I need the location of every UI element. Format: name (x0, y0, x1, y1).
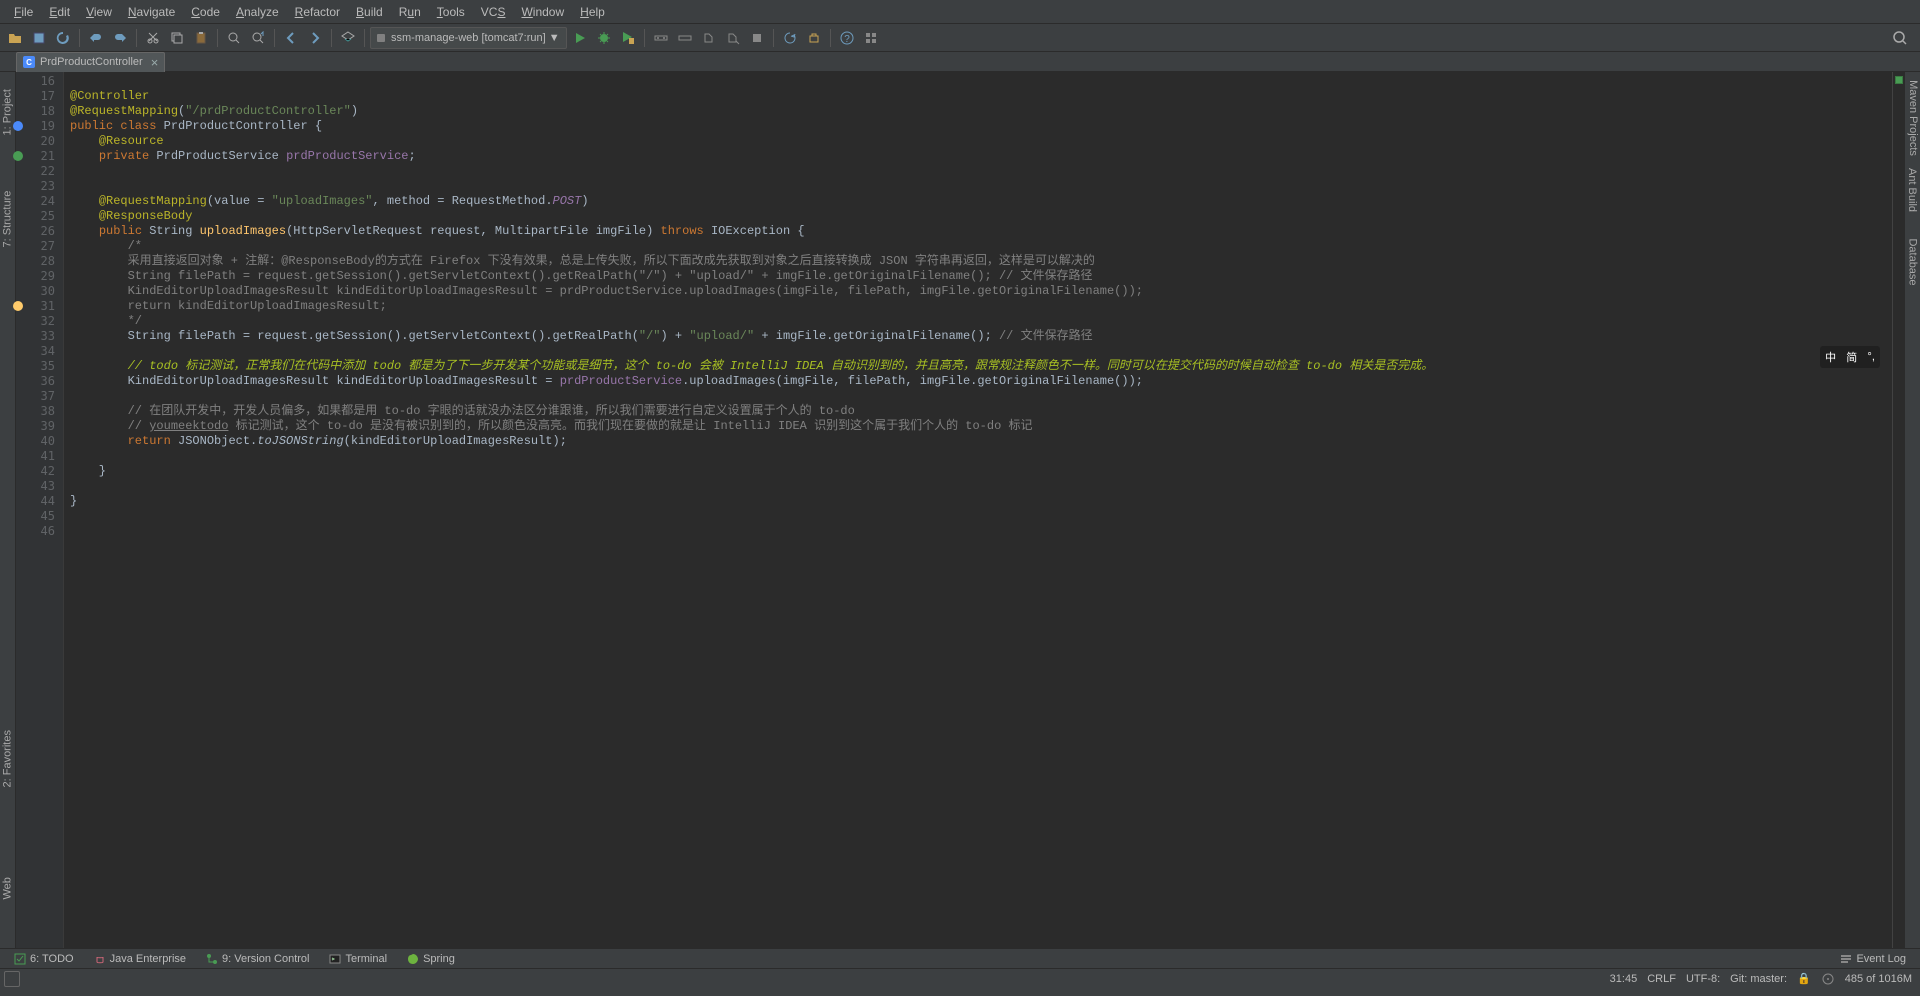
copy-icon[interactable] (166, 27, 188, 49)
menu-help[interactable]: Help (572, 3, 613, 21)
event-log-button[interactable]: Event Log (1832, 952, 1914, 966)
sync-icon[interactable] (52, 27, 74, 49)
debug-icon[interactable] (593, 27, 615, 49)
menu-build[interactable]: Build (348, 3, 391, 21)
toolbar: ssm-manage-web [tomcat7:run] ▼ ? (0, 24, 1920, 52)
tool-spring[interactable]: Spring (399, 952, 463, 966)
menu-tools[interactable]: Tools (429, 3, 473, 21)
stop-icon[interactable] (746, 27, 768, 49)
menu-analyze[interactable]: Analyze (228, 3, 287, 21)
tool-windows-toggle-icon[interactable] (4, 971, 20, 987)
menu-refactor[interactable]: Refactor (287, 3, 348, 21)
editor-tab-active[interactable]: C PrdProductController × (16, 52, 165, 72)
update-icon[interactable] (779, 27, 801, 49)
menubar: FileEditViewNavigateCodeAnalyzeRefactorB… (0, 0, 1920, 24)
ime-indicator[interactable]: 中简°, (1820, 346, 1880, 368)
right-tool-stripe: Maven Projects Ant Build Database (1904, 72, 1920, 948)
menu-file[interactable]: File (6, 3, 41, 21)
tool-java-enterprise[interactable]: Java Enterprise (86, 952, 194, 966)
cut-icon[interactable] (142, 27, 164, 49)
memory-indicator[interactable]: 485 of 1016M (1845, 973, 1912, 985)
help-icon[interactable]: ? (836, 27, 858, 49)
inspection-ok-icon (1895, 76, 1903, 84)
commit-icon[interactable] (803, 27, 825, 49)
tool-terminal[interactable]: Terminal (321, 952, 395, 966)
tool-ant[interactable]: Ant Build (1907, 168, 1919, 212)
left-tool-stripe: 1: Project 7: Structure 2: Favorites Web (0, 72, 16, 948)
git-branch[interactable]: Git: master: (1730, 973, 1787, 985)
breakpoint-step-icon[interactable] (650, 27, 672, 49)
forward-icon[interactable] (304, 27, 326, 49)
open-file-icon[interactable] (4, 27, 26, 49)
attach-icon[interactable] (698, 27, 720, 49)
tool-database[interactable]: Database (1907, 238, 1919, 285)
menu-vcs[interactable]: VCS (473, 3, 514, 21)
replace-icon[interactable] (247, 27, 269, 49)
paste-icon[interactable] (190, 27, 212, 49)
run-coverage-icon[interactable] (617, 27, 639, 49)
project-structure-icon[interactable] (860, 27, 882, 49)
close-icon[interactable]: × (151, 55, 159, 70)
status-bar: 31:45 CRLF UTF-8: Git: master: 🔒 485 of … (0, 968, 1920, 988)
tool-version-control[interactable]: 9: Version Control (198, 952, 317, 966)
tool-todo[interactable]: 6: TODO (6, 952, 82, 966)
find-icon[interactable] (223, 27, 245, 49)
line-separator[interactable]: CRLF (1647, 973, 1676, 985)
build-icon[interactable] (337, 27, 359, 49)
readonly-lock-icon[interactable]: 🔒 (1797, 972, 1811, 985)
code-content[interactable]: @Controller@RequestMapping("/prdProductC… (64, 72, 1892, 948)
run-icon[interactable] (569, 27, 591, 49)
encoding[interactable]: UTF-8: (1686, 973, 1720, 985)
menu-view[interactable]: View (78, 3, 120, 21)
java-class-icon: C (23, 56, 35, 68)
inspector-icon[interactable] (1821, 972, 1835, 986)
menu-window[interactable]: Window (513, 3, 572, 21)
scrollbar-track[interactable] (1892, 72, 1904, 948)
caret-position[interactable]: 31:45 (1610, 973, 1638, 985)
editor-gutter: 1617181920212223242526272829303132333435… (16, 72, 64, 948)
editor-tab-label: PrdProductController (40, 56, 143, 68)
breakpoint-step2-icon[interactable] (674, 27, 696, 49)
back-icon[interactable] (280, 27, 302, 49)
redo-icon[interactable] (109, 27, 131, 49)
editor-area[interactable]: 1617181920212223242526272829303132333435… (16, 72, 1904, 948)
svg-text:?: ? (844, 34, 850, 45)
undo-icon[interactable] (85, 27, 107, 49)
search-everywhere-icon[interactable] (1892, 30, 1908, 46)
run-configuration-selector[interactable]: ssm-manage-web [tomcat7:run] ▼ (370, 27, 567, 49)
menu-code[interactable]: Code (183, 3, 228, 21)
attach2-icon[interactable] (722, 27, 744, 49)
save-all-icon[interactable] (28, 27, 50, 49)
editor-tabs-row: C PrdProductController × (0, 52, 1920, 72)
menu-navigate[interactable]: Navigate (120, 3, 183, 21)
bottom-tool-stripe: 6: TODO Java Enterprise 9: Version Contr… (0, 948, 1920, 968)
menu-run[interactable]: Run (391, 3, 429, 21)
menu-edit[interactable]: Edit (41, 3, 78, 21)
tool-maven[interactable]: Maven Projects (1907, 80, 1919, 156)
